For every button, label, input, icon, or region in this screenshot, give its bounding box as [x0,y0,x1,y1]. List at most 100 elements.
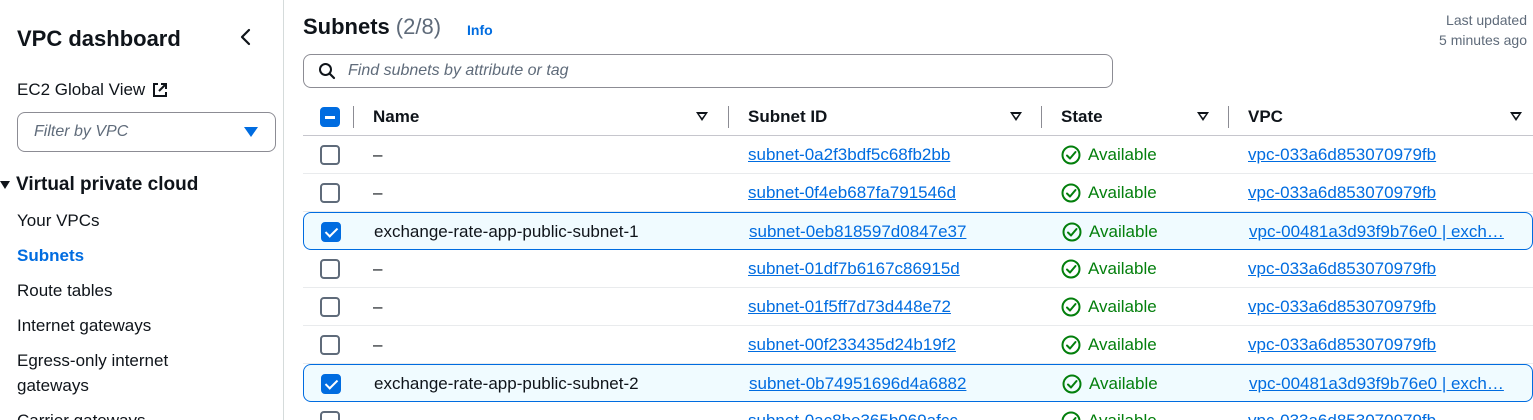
row-checkbox[interactable] [321,222,341,242]
column-divider[interactable] [1228,106,1229,128]
expanded-caret-icon [0,181,10,189]
cell-subnet-id-link[interactable]: subnet-00f233435d24b19f2 [748,326,956,364]
cell-name: – [373,259,383,278]
last-updated-label: Last updated [1446,12,1527,28]
column-header-state[interactable]: State [1061,98,1103,136]
column-divider[interactable] [1041,106,1042,128]
cell-name: – [373,183,383,202]
cell-state: Available [1061,250,1157,288]
cell-state: Available [1061,402,1157,420]
cell-subnet-id-link[interactable]: subnet-0ac8be365b069afcc [748,402,958,420]
ec2-global-view-link[interactable]: EC2 Global View [17,80,169,100]
cell-vpc-link[interactable]: vpc-033a6d853070979fb [1248,250,1533,288]
status-available-icon [1061,259,1081,279]
cell-state: Available [1061,326,1157,364]
cell-state: Available [1061,288,1157,326]
row-checkbox[interactable] [320,411,340,420]
main-content: Subnets (2/8) Info Last updated 5 minutes… [284,0,1533,420]
sidebar-item-subnets[interactable]: Subnets [17,243,84,268]
state-label: Available [1088,259,1157,278]
row-checkbox[interactable] [320,183,340,203]
caret-down-icon [244,127,258,137]
subnets-table: Name Subnet ID State VPC – subnet-0a2f3bd… [303,98,1533,420]
ec2-global-view-label: EC2 Global View [17,80,146,99]
status-available-icon [1061,335,1081,355]
cell-vpc-link[interactable]: vpc-033a6d853070979fb [1248,136,1533,174]
last-updated-value: 5 minutes ago [1439,32,1527,48]
status-available-icon [1061,411,1081,420]
cell-name: – [373,145,383,164]
state-label: Available [1088,297,1157,316]
row-checkbox[interactable] [320,145,340,165]
cell-vpc-link[interactable]: vpc-00481a3d93f9b76e0 | exch… [1249,365,1533,403]
cell-subnet-id-link[interactable]: subnet-0eb818597d0847e37 [749,213,966,251]
cell-subnet-id-link[interactable]: subnet-0a2f3bdf5c68fb2bb [748,136,950,174]
cell-subnet-id-link[interactable]: subnet-0b74951696d4a6882 [749,365,966,403]
section-virtual-private-cloud[interactable]: Virtual private cloud [0,174,198,196]
column-header-subnet-id[interactable]: Subnet ID [748,98,827,136]
status-available-icon [1061,183,1081,203]
cell-subnet-id-link[interactable]: subnet-01f5ff7d73d448e72 [748,288,951,326]
sort-vpc-icon[interactable] [1510,112,1522,121]
table-body: – subnet-0a2f3bdf5c68fb2bb Available vpc-03… [303,136,1533,420]
row-checkbox[interactable] [320,297,340,317]
cell-subnet-id-link[interactable]: subnet-0f4eb687fa791546d [748,174,956,212]
sidebar-title: VPC dashboard [17,26,181,51]
sidebar-item-internet-gateways[interactable]: Internet gateways [17,313,151,338]
sidebar-item-carrier-gateways[interactable]: Carrier gateways [17,408,146,420]
row-checkbox[interactable] [320,259,340,279]
sidebar-item-route-tables[interactable]: Route tables [17,278,112,303]
last-updated: Last updated 5 minutes ago [1439,10,1527,50]
table-row[interactable]: – subnet-0ac8be365b069afcc Available vpc-03… [303,402,1533,420]
cell-name: exchange-rate-app-public-subnet-1 [374,222,639,241]
column-header-name[interactable]: Name [373,98,419,136]
page-title-text: Subnets [303,14,390,39]
chevron-left-icon [240,28,251,46]
sidebar-item-egress-only-internet[interactable]: Egress-only internet [17,348,168,373]
cell-state: Available [1061,174,1157,212]
column-divider[interactable] [728,106,729,128]
table-row[interactable]: exchange-rate-app-public-subnet-1 subnet-… [303,212,1533,250]
sort-subnet-id-icon[interactable] [1010,112,1022,121]
info-link[interactable]: Info [467,22,493,38]
cell-name: exchange-rate-app-public-subnet-2 [374,374,639,393]
sort-state-icon[interactable] [1197,112,1209,121]
cell-vpc-link[interactable]: vpc-033a6d853070979fb [1248,174,1533,212]
cell-state: Available [1062,365,1158,403]
column-divider [353,106,354,128]
state-label: Available [1088,145,1157,164]
state-label: Available [1088,183,1157,202]
vpc-filter-select[interactable]: Filter by VPC [17,112,276,152]
section-label: Virtual private cloud [16,174,199,195]
page-title: Subnets (2/8) [303,14,441,40]
state-label: Available [1089,374,1158,393]
cell-vpc-link[interactable]: vpc-033a6d853070979fb [1248,326,1533,364]
cell-vpc-link[interactable]: vpc-033a6d853070979fb [1248,402,1533,420]
state-label: Available [1088,411,1157,420]
cell-vpc-link[interactable]: vpc-033a6d853070979fb [1248,288,1533,326]
collapse-sidebar-button[interactable] [236,26,256,48]
table-row[interactable]: – subnet-0f4eb687fa791546d Available vpc-03… [303,174,1533,212]
cell-name: – [373,335,383,354]
sidebar-item-gateways[interactable]: gateways [17,373,89,398]
row-checkbox[interactable] [321,374,341,394]
search-input[interactable]: Find subnets by attribute or tag [303,54,1113,88]
cell-subnet-id-link[interactable]: subnet-01df7b6167c86915d [748,250,960,288]
sidebar-item-your-vpcs[interactable]: Your VPCs [17,208,100,233]
cell-vpc-link[interactable]: vpc-00481a3d93f9b76e0 | exch… [1249,213,1533,251]
table-row[interactable]: – subnet-01df7b6167c86915d Available vpc-03… [303,250,1533,288]
column-header-vpc[interactable]: VPC [1248,98,1283,136]
table-row[interactable]: – subnet-0a2f3bdf5c68fb2bb Available vpc-03… [303,136,1533,174]
select-all-checkbox[interactable] [320,107,340,127]
row-checkbox[interactable] [320,335,340,355]
external-link-icon [153,83,168,97]
table-row[interactable]: – subnet-00f233435d24b19f2 Available vpc-03… [303,326,1533,364]
table-row[interactable]: – subnet-01f5ff7d73d448e72 Available vpc-03… [303,288,1533,326]
table-row[interactable]: exchange-rate-app-public-subnet-2 subnet-… [303,364,1533,402]
search-icon [319,63,336,80]
vpc-filter-placeholder: Filter by VPC [34,123,129,140]
selection-count: (2/8) [395,14,442,39]
sort-name-icon[interactable] [696,112,708,121]
table-header: Name Subnet ID State VPC [303,98,1533,136]
cell-state: Available [1062,213,1158,251]
